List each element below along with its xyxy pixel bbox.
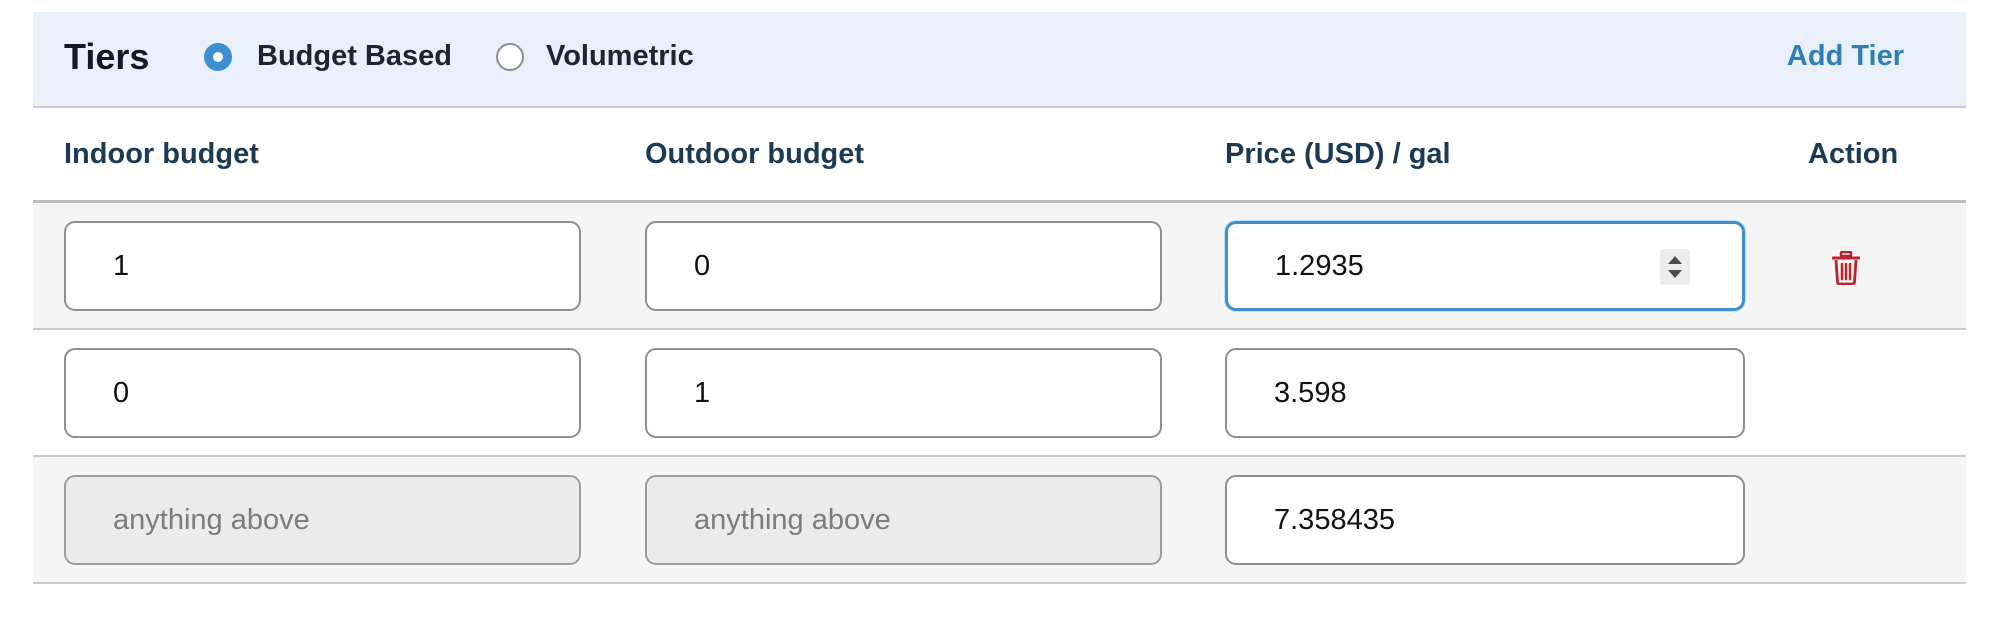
table-row: 0 1 3.598 [33,330,1966,457]
spinner-up-icon[interactable] [1668,256,1682,264]
volumetric-label[interactable]: Volumetric [546,40,694,73]
trash-icon[interactable] [1832,251,1860,285]
table-row: anything above anything above 7.358435 [33,457,1966,584]
volumetric-radio[interactable] [496,43,524,71]
indoor-budget-input[interactable]: 0 [64,348,581,438]
tiers-panel: Tiers Budget Based Volumetric Add Tier I… [33,12,1966,584]
tiers-title: Tiers [64,36,150,77]
number-spinner[interactable] [1660,249,1690,285]
price-input[interactable]: 1.2935 [1225,221,1745,311]
column-header-action: Action [1808,138,1899,170]
outdoor-budget-input: anything above [645,475,1162,565]
budget-based-label[interactable]: Budget Based [257,40,452,73]
column-header-indoor: Indoor budget [64,138,259,170]
price-value: 1.2935 [1275,250,1364,282]
column-header-outdoor: Outdoor budget [645,138,865,170]
spinner-down-icon[interactable] [1668,270,1682,278]
outdoor-budget-input[interactable]: 1 [645,348,1162,438]
indoor-budget-input: anything above [64,475,581,565]
table-header-row: Indoor budget Outdoor budget Price (USD)… [33,108,1966,203]
indoor-budget-input[interactable]: 1 [64,221,581,311]
price-input[interactable]: 7.358435 [1225,475,1745,565]
table-row: 1 0 1.2935 [33,203,1966,330]
add-tier-button[interactable]: Add Tier [1787,40,1904,73]
budget-based-radio[interactable] [204,43,232,71]
column-header-price: Price (USD) / gal [1225,138,1451,170]
tiers-header: Tiers Budget Based Volumetric Add Tier [33,12,1966,108]
outdoor-budget-input[interactable]: 0 [645,221,1162,311]
price-input[interactable]: 3.598 [1225,348,1745,438]
